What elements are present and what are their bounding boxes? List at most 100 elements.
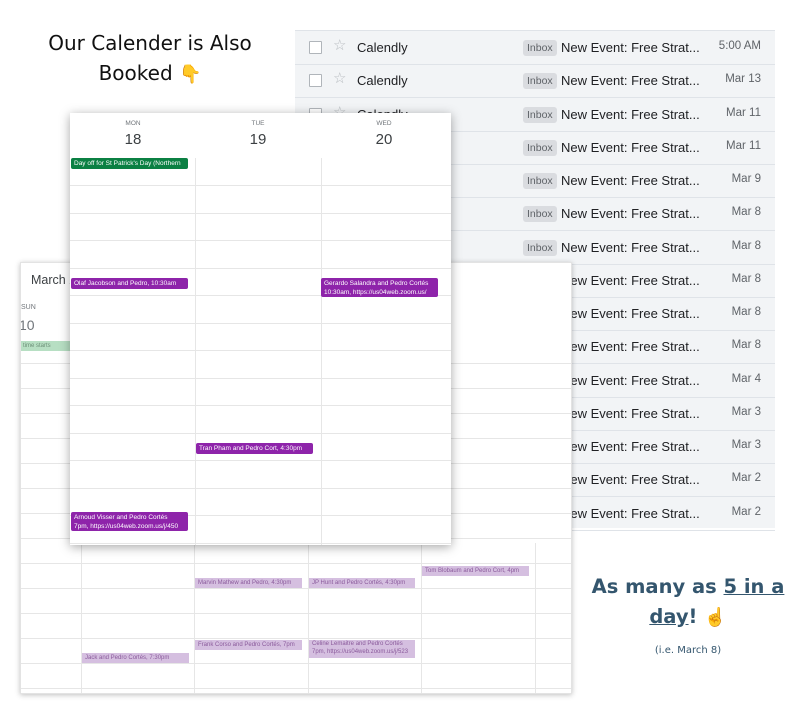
calendar-event[interactable]: Celine Lemaitre and Pedro Cortés 7pm, ht… xyxy=(309,640,415,658)
grid-hour-line xyxy=(70,460,451,461)
note-suffix: ! xyxy=(688,605,698,628)
calendar-back-allday[interactable]: time starts xyxy=(21,341,71,351)
email-date: Mar 2 xyxy=(731,505,761,518)
calendar-event[interactable]: JP Hunt and Pedro Cortés, 4:30pm xyxy=(309,578,415,588)
calendar-back-daynum: 10 xyxy=(20,317,35,333)
email-subject: New Event: Free Strat... xyxy=(561,505,700,521)
email-date: Mar 3 xyxy=(731,439,761,451)
email-subject: New Event: Free Strat... xyxy=(561,73,700,89)
grid-hour-line xyxy=(70,185,451,186)
inbox-label: Inbox xyxy=(523,173,557,189)
caption-booked: Booked xyxy=(98,61,173,85)
email-subject: New Event: Free Strat... xyxy=(561,306,700,321)
email-subject: New Event: Free Strat... xyxy=(561,405,700,421)
calendar-event-detail: 7pm, https://us04web.zoom.us/j/450 xyxy=(74,523,179,530)
grid-column-line xyxy=(308,543,309,693)
pointing-down-icon: 👇 xyxy=(179,64,202,85)
grid-column-line xyxy=(81,543,82,693)
email-row[interactable]: ☆ Calendly Inbox New Event: Free Strat... 5:… xyxy=(295,31,775,65)
day-number-20[interactable]: 20 xyxy=(364,131,404,148)
star-icon[interactable]: ☆ xyxy=(333,71,346,87)
star-icon[interactable]: ☆ xyxy=(333,38,346,54)
calendar-event[interactable]: Tran Pham and Pedro Cort, 4:30pm xyxy=(196,443,313,454)
calendar-event[interactable]: Tom Blobaum and Pedro Cort, 4pm xyxy=(422,566,529,576)
note-link-2[interactable]: day xyxy=(649,605,688,628)
email-date: Mar 8 xyxy=(731,339,761,352)
email-date: Mar 8 xyxy=(731,206,761,219)
calendar-event-time: 4:30pm xyxy=(278,445,303,452)
caption-line1: Our Calender is Also xyxy=(48,31,252,55)
allday-event[interactable]: Day off for St Patrick's Day (Northern xyxy=(71,158,188,169)
email-date: Mar 9 xyxy=(731,173,761,185)
select-checkbox[interactable] xyxy=(309,41,322,54)
day-number-19[interactable]: 19 xyxy=(238,131,278,148)
email-subject: New Event: Free Strat... xyxy=(561,372,700,388)
calendar-event[interactable]: Gerardo Salandra and Pedro Cortés 10:30a… xyxy=(321,278,438,297)
day-number-18[interactable]: 18 xyxy=(113,131,153,148)
calendar-event-title: Gerardo Salandra and Pedro Cortés xyxy=(324,280,429,287)
calendar-back-dayname: SUN xyxy=(21,304,36,311)
grid-hour-line xyxy=(70,487,451,489)
email-subject: New Event: Free Strat... xyxy=(561,40,700,55)
caption: Our Calender is Also Booked 👇 xyxy=(40,28,260,90)
grid-hour-line xyxy=(70,212,451,214)
inbox-label: Inbox xyxy=(523,73,557,90)
email-date: Mar 8 xyxy=(731,239,761,252)
calendar-event[interactable]: Marvin Mathew and Pedro, 4:30pm xyxy=(195,578,302,588)
grid-hour-line xyxy=(70,240,451,241)
grid-hour-line xyxy=(21,588,571,589)
email-row[interactable]: ☆ Calendly InboxNew Event: Free Strat... Ma… xyxy=(295,64,775,99)
email-subject: New Event: Free Strat... xyxy=(561,206,700,222)
email-subject: New Event: Free Strat... xyxy=(561,272,700,288)
grid-hour-line xyxy=(21,613,571,614)
note-link-1[interactable]: 5 in a xyxy=(724,575,785,598)
email-subject: New Event: Free Strat... xyxy=(561,439,700,454)
grid-hour-line xyxy=(70,542,451,544)
calendar-event-detail: 10:30am, https://us04web.zoom.us/ xyxy=(324,289,427,296)
grid-hour-line xyxy=(70,322,451,324)
grid-hour-line xyxy=(21,688,571,689)
day-name-tue: TUE xyxy=(251,120,265,127)
email-subject: New Event: Free Strat... xyxy=(561,339,700,355)
email-subject: New Event: Free Strat... xyxy=(561,239,700,255)
grid-hour-line xyxy=(70,432,451,434)
note-subtext: (i.e. March 8) xyxy=(654,645,722,656)
email-date: Mar 3 xyxy=(731,405,761,418)
email-date: Mar 11 xyxy=(726,139,761,152)
email-date: Mar 13 xyxy=(725,73,761,86)
email-date: Mar 11 xyxy=(726,106,761,119)
grid-hour-line xyxy=(70,350,451,351)
calendar-front: MON 18 TUE 19 WED 20 Day off for St Patr… xyxy=(70,113,451,545)
grid-column-line xyxy=(535,543,536,693)
email-sender: Calendly xyxy=(357,40,408,55)
email-date: Mar 4 xyxy=(731,372,761,385)
email-date: 5:00 AM xyxy=(718,40,761,52)
calendar-event[interactable]: Frank Corso and Pedro Cortés, 7pm xyxy=(195,640,302,650)
day-name-mon: MON xyxy=(125,120,141,127)
grid-hour-line xyxy=(21,638,571,639)
email-subject: New Event: Free Strat... xyxy=(561,472,700,488)
calendar-event[interactable]: Arnoud Visser and Pedro Cortés 7pm, http… xyxy=(71,512,188,531)
calendar-front-header: MON 18 TUE 19 WED 20 xyxy=(70,113,451,158)
calendar-event[interactable]: Jack and Pedro Cortés, 7:30pm xyxy=(82,653,189,663)
inbox-label: Inbox xyxy=(523,40,557,56)
email-date: Mar 2 xyxy=(731,472,761,485)
calendar-event[interactable]: Olaf Jacobson and Pedro, 10:30am xyxy=(71,278,188,289)
grid-column-line xyxy=(194,543,195,693)
note-prefix: As many as xyxy=(591,575,724,598)
calendar-event-title: Celine Lemaitre and Pedro Cortés xyxy=(312,641,403,647)
grid-hour-line xyxy=(21,563,571,564)
email-subject: New Event: Free Strat... xyxy=(561,173,700,188)
inbox-label: Inbox xyxy=(523,139,557,156)
grid-hour-line xyxy=(21,663,571,664)
inbox-label: Inbox xyxy=(523,206,557,223)
select-checkbox[interactable] xyxy=(309,74,322,88)
inbox-label: Inbox xyxy=(523,106,557,123)
email-subject: New Event: Free Strat... xyxy=(561,139,700,155)
calendar-event-title: Olaf Jacobson and Pedro, xyxy=(74,280,150,287)
email-date: Mar 8 xyxy=(731,306,761,318)
calendar-event-time: 10:30am xyxy=(149,280,177,287)
grid-hour-line xyxy=(70,377,451,379)
calendar-event-detail: 7pm, https://us04web.zoom.us/j/523 xyxy=(312,649,409,655)
calendar-event-title: Tran Pham and Pedro Cort, xyxy=(199,445,279,452)
